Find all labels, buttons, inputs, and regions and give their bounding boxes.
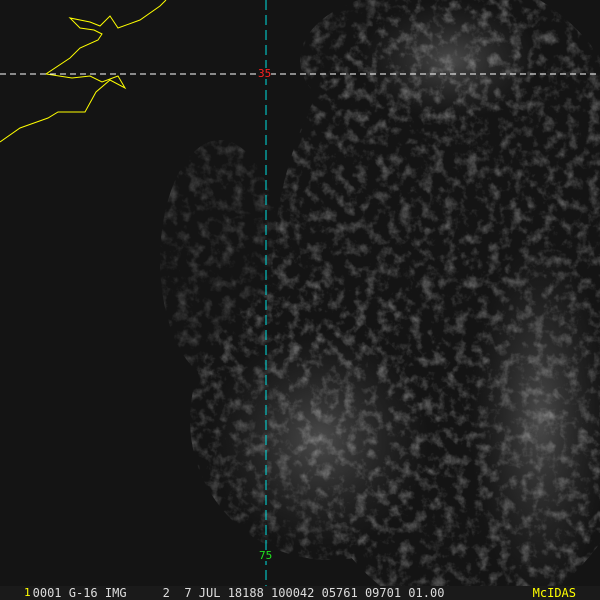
satellite-image-viewer: 35 75 — [0, 0, 600, 586]
latitude-label: 35 — [258, 67, 272, 80]
frame-number: 1 — [24, 586, 31, 599]
status-bar: 1 0001 G-16 IMG 2 7 JUL 18188 100042 0576… — [0, 586, 600, 600]
mcidas-logo: McIDAS — [532, 586, 576, 600]
satellite-image — [0, 0, 600, 586]
longitude-label: 75 — [259, 549, 273, 562]
image-info: 0001 G-16 IMG 2 7 JUL 18188 100042 05761… — [32, 586, 445, 600]
